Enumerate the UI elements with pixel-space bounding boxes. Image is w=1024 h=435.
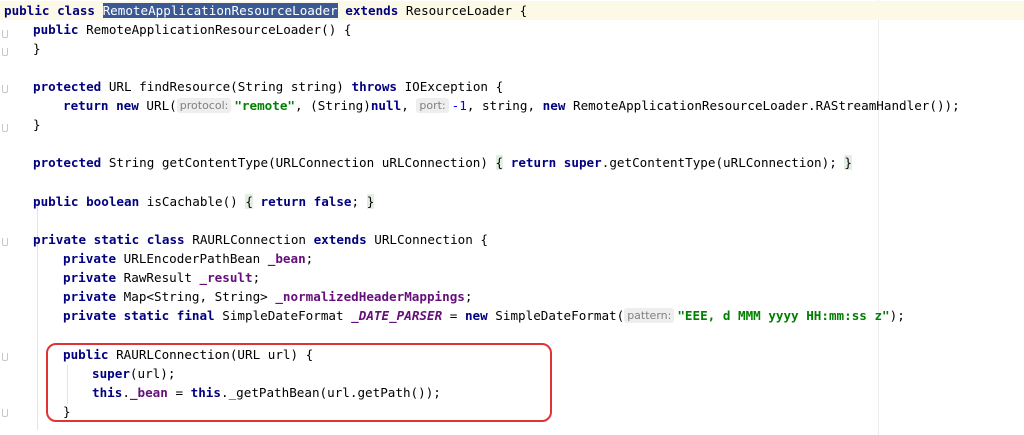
code-line-field-bean[interactable]: private URLEncoderPathBean _bean; [63,249,313,268]
code-line-field-date-parser[interactable]: private static final SimpleDateFormat _D… [63,306,905,325]
fold-marker-icon[interactable] [2,30,8,38]
parameter-hint-pattern: pattern: [624,308,675,323]
code-line-constructor[interactable]: public RemoteApplicationResourceLoader()… [33,20,351,39]
code-line-find-resource[interactable]: protected URL findResource(String string… [33,77,503,96]
code-line-get-content-type[interactable]: protected String getContentType(URLConne… [33,153,852,172]
code-line-closing-brace[interactable]: } [33,39,41,58]
fold-marker-icon[interactable] [2,353,8,361]
code-line-field-header-mappings[interactable]: private Map<String, String> _normalizedH… [63,287,472,306]
code-editor[interactable]: public class RemoteApplicationResourceLo… [0,0,1024,435]
folded-brace-close[interactable]: } [844,155,852,170]
code-line-closing-brace[interactable]: } [33,115,41,134]
right-margin-guide [878,0,879,435]
selected-class-name: RemoteApplicationResourceLoader [102,3,338,18]
folded-brace-open[interactable]: { [495,155,504,170]
folded-brace-open[interactable]: { [245,194,253,209]
code-line-inner-class[interactable]: private static class RAURLConnection ext… [33,230,488,249]
editor-gutter[interactable] [0,0,14,435]
parameter-hint-port: port: [416,98,449,113]
folded-brace-close[interactable]: } [366,194,375,209]
fold-marker-icon[interactable] [2,238,8,246]
code-line-return-url[interactable]: return new URL(protocol: "remote", (Strin… [63,96,960,115]
fold-marker-icon[interactable] [2,409,8,417]
annotation-highlight-box [46,343,552,422]
code-line-is-cachable[interactable]: public boolean isCachable() { return fal… [33,192,375,211]
fold-marker-icon[interactable] [2,85,8,93]
fold-marker-icon[interactable] [2,124,8,132]
parameter-hint-protocol: protocol: [176,98,232,113]
code-line-class-declaration[interactable]: public class RemoteApplicationResourceLo… [0,1,1024,20]
fold-marker-icon[interactable] [2,48,8,56]
code-line-field-result[interactable]: private RawResult _result; [63,268,260,287]
